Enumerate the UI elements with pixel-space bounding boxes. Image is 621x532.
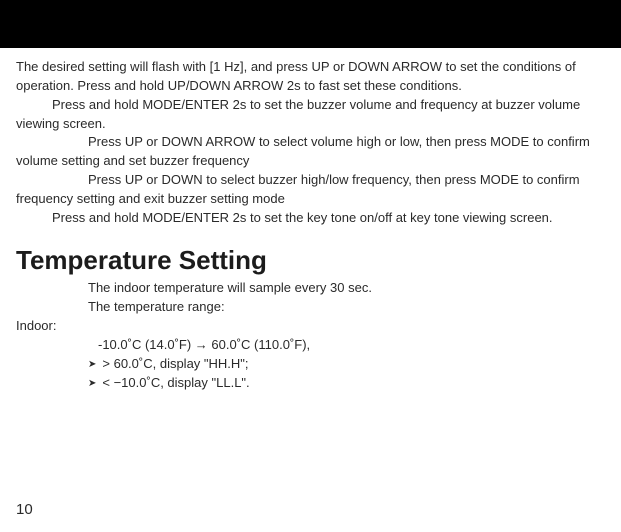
section-heading-temperature: Temperature Setting bbox=[16, 242, 605, 280]
temp-range-value: -10.0˚C (14.0˚F) → 60.0˚C (110.0˚F), bbox=[98, 336, 605, 355]
temp-under-text: < −10.0˚C, display "LL.L". bbox=[102, 374, 249, 393]
temp-range-label: The temperature range: bbox=[16, 298, 605, 317]
temp-over-text: > 60.0˚C, display "HH.H"; bbox=[102, 355, 248, 374]
page-area: The desired setting will flash with [1 H… bbox=[0, 48, 621, 532]
paragraph-flash-setting: The desired setting will flash with [1 H… bbox=[16, 58, 605, 96]
bullet-icon: ➤ bbox=[88, 358, 96, 373]
paragraph-key-tone: Press and hold MODE/ENTER 2s to set the … bbox=[16, 209, 605, 228]
temp-sample-line: The indoor temperature will sample every… bbox=[16, 279, 605, 298]
page-number: 10 bbox=[16, 501, 33, 518]
indoor-label: Indoor: bbox=[16, 317, 605, 336]
temp-over-range: ➤ > 60.0˚C, display "HH.H"; bbox=[88, 355, 605, 374]
page-content: The desired setting will flash with [1 H… bbox=[0, 48, 621, 392]
paragraph-frequency-select: Press UP or DOWN to select buzzer high/l… bbox=[16, 171, 605, 209]
paragraph-volume-select: Press UP or DOWN ARROW to select volume … bbox=[16, 133, 605, 171]
temp-under-range: ➤ < −10.0˚C, display "LL.L". bbox=[88, 374, 605, 393]
bullet-icon: ➤ bbox=[88, 377, 96, 392]
paragraph-buzzer-volume: Press and hold MODE/ENTER 2s to set the … bbox=[16, 96, 605, 134]
